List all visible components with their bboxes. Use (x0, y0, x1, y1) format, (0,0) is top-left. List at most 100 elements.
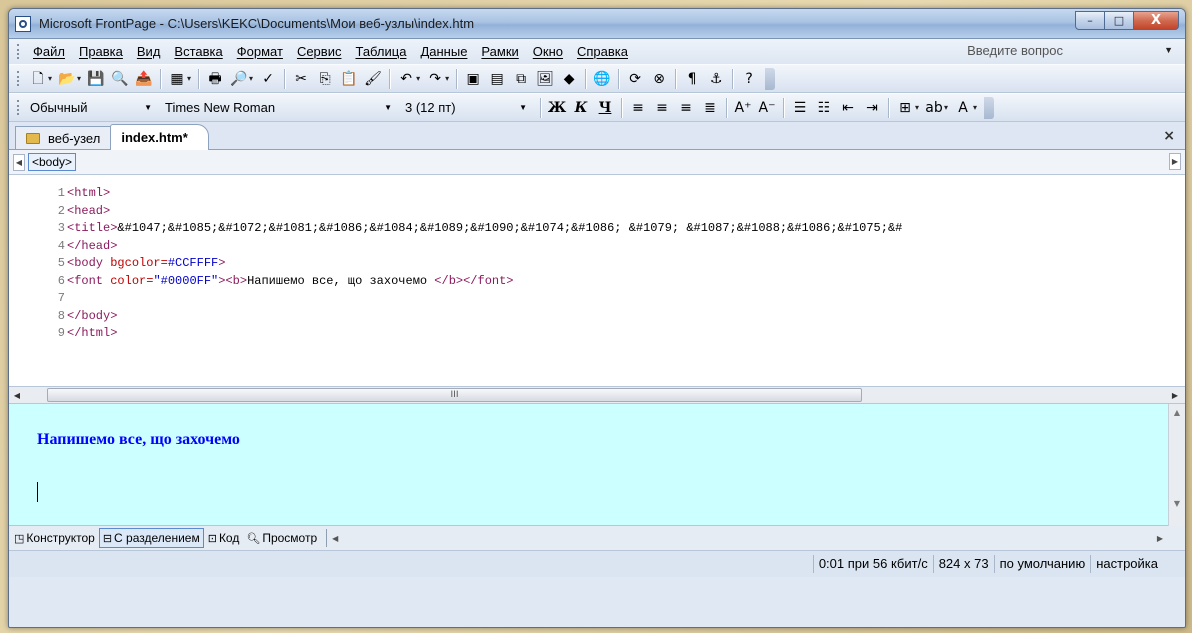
code-line[interactable]: 5 <body bgcolor=#CCFFFF> (9, 255, 1185, 273)
anchor-icon[interactable]: ⚓ (707, 70, 725, 88)
publish-icon[interactable]: 📤 (135, 70, 153, 88)
style-select[interactable]: Обычный ▼ (26, 98, 161, 118)
print-icon[interactable]: 🖶 (206, 70, 224, 88)
menu-item-1[interactable]: Правка (72, 44, 130, 59)
bulleted-list-icon[interactable]: ☷ (815, 99, 833, 117)
chevron-down-icon[interactable]: ▾ (48, 74, 52, 83)
font-select[interactable]: Times New Roman ▼ (161, 98, 401, 118)
decrease-font-icon[interactable]: A⁻ (758, 99, 776, 117)
redo-icon[interactable]: ↷ (426, 70, 444, 88)
code-horizontal-scrollbar[interactable]: ◀ III ▶ (9, 387, 1185, 404)
insert-table-icon[interactable]: ▤ (488, 70, 506, 88)
spelling-icon[interactable]: ✓ (259, 70, 277, 88)
code-line[interactable]: 6 <font color="#0000FF"><b>Напишемо все, … (9, 273, 1185, 291)
tab-web-site[interactable]: веб-узел (15, 126, 112, 149)
hyperlink-icon[interactable]: 🌐 (593, 70, 611, 88)
menu-item-6[interactable]: Таблица (348, 44, 413, 59)
toolbar-grip[interactable] (17, 71, 20, 86)
toolbar-grip[interactable] (17, 100, 20, 115)
increase-indent-icon[interactable]: ⇥ (863, 99, 881, 117)
tab-code-view[interactable]: ⊡ Код (205, 529, 243, 547)
chevron-down-icon[interactable]: ▾ (187, 74, 191, 83)
chevron-left-icon[interactable]: ◀ (13, 153, 25, 171)
tag-chip-body[interactable]: <body> (28, 153, 77, 171)
drawing-icon[interactable]: ◆ (560, 70, 578, 88)
undo-icon[interactable]: ↶ (397, 70, 415, 88)
align-right-icon[interactable]: ≡ (677, 99, 695, 117)
show-all-icon[interactable]: ¶ (683, 70, 701, 88)
align-left-icon[interactable]: ≡ (629, 99, 647, 117)
justify-icon[interactable]: ≣ (701, 99, 719, 117)
tab-index-htm[interactable]: index.htm* (110, 124, 209, 150)
numbered-list-icon[interactable]: ☰ (791, 99, 809, 117)
ask-question-dropdown[interactable]: ▼ (1164, 45, 1173, 55)
cut-icon[interactable]: ✂ (292, 70, 310, 88)
chevron-down-icon[interactable]: ▾ (77, 74, 81, 83)
chevron-down-icon[interactable]: ▾ (249, 74, 253, 83)
scroll-left-icon[interactable]: ◀ (332, 534, 338, 543)
chevron-down-icon[interactable]: ▾ (416, 74, 420, 83)
code-line[interactable]: 7 (9, 290, 1185, 308)
insert-layer-icon[interactable]: ⧉ (512, 70, 530, 88)
code-line[interactable]: 9 </html> (9, 325, 1185, 343)
code-editor[interactable]: 1 <html> 2 <head> 3 <title>&#1047;&#1085;&#10… (9, 175, 1185, 387)
help-icon[interactable]: ? (740, 70, 758, 88)
toolbar-options-button[interactable] (765, 67, 776, 90)
design-bold-text[interactable]: Напишемо все, що захочемо (37, 431, 240, 449)
bold-button[interactable]: Ж (548, 99, 566, 117)
minimize-button[interactable]: – (1075, 11, 1105, 30)
status-download-time[interactable]: 0:01 при 56 кбит/с (812, 555, 933, 573)
scroll-right-icon[interactable]: ▶ (1167, 391, 1183, 400)
refresh-icon[interactable]: ⟳ (626, 70, 644, 88)
scroll-right-icon[interactable]: ▶ (1157, 534, 1163, 543)
title-bar[interactable]: Microsoft FrontPage - C:\Users\KEKC\Docu… (9, 9, 1185, 39)
ask-question-box[interactable]: Введите вопрос (967, 43, 1063, 58)
toolbar-options-button[interactable] (984, 96, 995, 119)
chevron-right-icon[interactable]: ▶ (1169, 153, 1181, 170)
search-icon[interactable]: 🔍 (111, 70, 129, 88)
menu-item-0[interactable]: Файл (26, 44, 72, 59)
web-component-icon[interactable]: ▣ (464, 70, 482, 88)
italic-button[interactable]: К (572, 99, 590, 117)
align-center-icon[interactable]: ≡ (653, 99, 671, 117)
tab-split-view[interactable]: ⊟ С разделением (98, 528, 204, 548)
frontpage-app-icon[interactable] (15, 15, 31, 32)
code-line[interactable]: 2 <head> (9, 203, 1185, 221)
toggle-pane-icon[interactable]: ▦ (168, 70, 186, 88)
chevron-down-icon[interactable]: ▾ (445, 74, 449, 83)
menu-item-7[interactable]: Данные (413, 44, 474, 59)
tab-preview-view[interactable]: 🔍︎ Просмотр (243, 529, 320, 547)
copy-icon[interactable]: ⎘ (316, 70, 334, 88)
menu-item-4[interactable]: Формат (230, 44, 290, 59)
menu-item-8[interactable]: Рамки (474, 44, 525, 59)
increase-font-icon[interactable]: A⁺ (734, 99, 752, 117)
design-vertical-scrollbar[interactable]: ▲ ▼ (1168, 404, 1185, 526)
menu-item-5[interactable]: Сервис (290, 44, 349, 59)
maximize-button[interactable]: □ (1104, 11, 1134, 30)
underline-button[interactable]: Ч (596, 99, 614, 117)
menu-item-9[interactable]: Окно (526, 44, 570, 59)
status-default[interactable]: по умолчанию (993, 555, 1091, 573)
scroll-down-icon[interactable]: ▼ (1169, 495, 1185, 512)
menu-item-3[interactable]: Вставка (167, 44, 229, 59)
scrollbar-thumb[interactable]: III (47, 388, 862, 402)
design-view[interactable]: Напишемо все, що захочемо ▲ ▼ (9, 404, 1185, 526)
chevron-down-icon[interactable]: ▾ (973, 103, 977, 112)
toolbar-grip[interactable] (17, 44, 20, 59)
code-line[interactable]: 4 </head> (9, 238, 1185, 256)
chevron-down-icon[interactable]: ▾ (915, 103, 919, 112)
status-page-size[interactable]: 824 x 73 (932, 555, 994, 573)
font-size-select[interactable]: 3 (12 пт) ▼ (401, 98, 536, 118)
code-line[interactable]: 1 <html> (9, 185, 1185, 203)
menu-item-10[interactable]: Справка (570, 44, 635, 59)
tab-design-view[interactable]: ◳ Конструктор (11, 529, 98, 547)
stop-icon[interactable]: ⊗ (650, 70, 668, 88)
highlight-icon[interactable]: ab (925, 99, 943, 117)
menu-item-2[interactable]: Вид (130, 44, 168, 59)
open-folder-icon[interactable]: 📂 (58, 70, 76, 88)
chevron-down-icon[interactable]: ▾ (944, 103, 948, 112)
format-painter-icon[interactable]: 🖌 (364, 70, 382, 88)
close-window-button[interactable]: X (1133, 11, 1179, 30)
save-icon[interactable]: 💾 (87, 70, 105, 88)
scroll-left-icon[interactable]: ◀ (9, 391, 25, 400)
